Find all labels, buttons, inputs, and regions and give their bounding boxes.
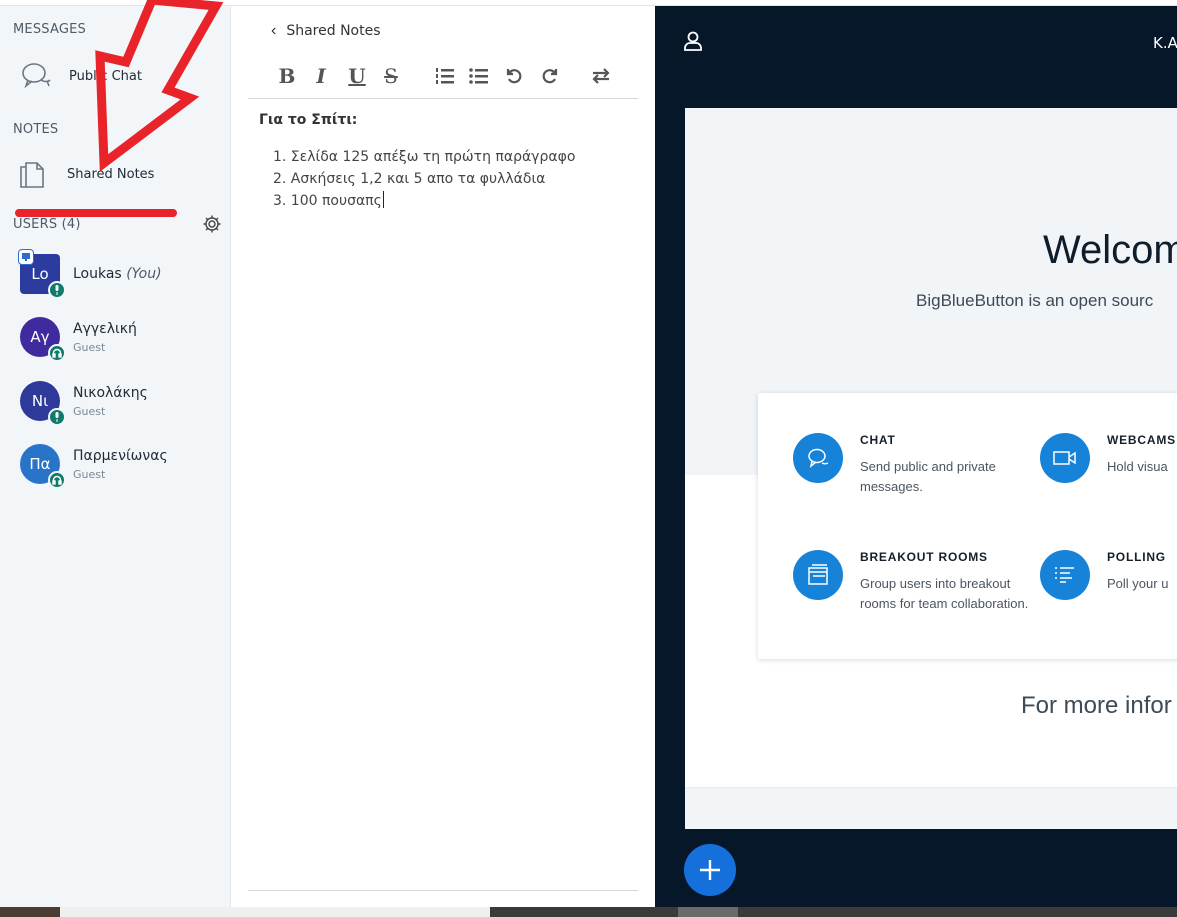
document-icon <box>8 157 56 191</box>
feature-description: Hold visua <box>1107 459 1168 474</box>
strikethrough-button[interactable]: S <box>379 62 403 90</box>
list-item: 3. 100 πουσαπς <box>273 190 629 212</box>
redo-icon[interactable] <box>537 62 561 90</box>
features-card: CHAT Send public and private messages. W… <box>758 393 1177 659</box>
actions-plus-button[interactable] <box>684 844 736 896</box>
user-name: Παρμενίωνας <box>73 448 168 464</box>
feature-title: WEBCAMS <box>1107 433 1176 447</box>
notes-section-title: NOTES <box>13 122 59 137</box>
list-item-text: 3. 100 πουσαπς <box>273 193 382 209</box>
public-chat-item[interactable]: Public Chat <box>0 52 231 100</box>
feature-title: POLLING <box>1107 550 1166 564</box>
meeting-title: K.A <box>1153 34 1177 52</box>
public-chat-label: Public Chat <box>69 68 142 84</box>
list-item: 2. Ασκήσεις 1,2 και 5 απο τα φυλλάδια <box>273 171 546 187</box>
polling-icon <box>1040 550 1090 600</box>
welcome-heading: Welcom <box>1043 228 1177 272</box>
chat-bubble-icon <box>12 60 60 92</box>
slide-footer-band <box>685 787 1177 829</box>
messages-section-title: MESSAGES <box>13 22 86 37</box>
presenter-icon <box>18 249 34 265</box>
notes-editor[interactable]: Για το Σπίτι: 1. Σελίδα 125 απέξω τη πρώ… <box>259 112 629 212</box>
toolbar-divider <box>248 98 638 99</box>
panel-title: Shared Notes <box>286 23 381 39</box>
presentation-slide: Welcom BigBlueButton is an open sourc CH… <box>685 108 1177 829</box>
notes-heading: Για το Σπίτι: <box>259 112 358 128</box>
undo-icon[interactable] <box>503 62 527 90</box>
user-row[interactable]: Πα Παρμενίωνας Guest <box>0 444 231 504</box>
underline-button[interactable]: U <box>345 62 369 90</box>
list-item: 1. Σελίδα 125 απέξω τη πρώτη παράγραφο <box>273 149 576 165</box>
taskbar-segment <box>0 907 60 917</box>
bold-button[interactable]: B <box>275 62 299 90</box>
user-row[interactable]: Lo Loukas (You) <box>0 249 231 314</box>
welcome-subtitle: BigBlueButton is an open sourc <box>916 291 1154 310</box>
chat-icon <box>793 433 843 483</box>
feature-title: BREAKOUT ROOMS <box>860 550 988 564</box>
headphones-icon <box>48 471 66 489</box>
user-name: Loukas (You) <box>73 266 162 282</box>
user-row[interactable]: Νι Νικολάκης Guest <box>0 381 231 441</box>
taskbar-segment <box>678 907 738 917</box>
editor-toolbar: B I U S <box>275 62 615 92</box>
users-settings-gear-icon[interactable] <box>202 214 222 234</box>
you-indicator: (You) <box>126 266 162 282</box>
headphones-icon <box>48 344 66 362</box>
text-caret <box>382 191 384 208</box>
avatar-initials: Αγ <box>30 328 50 346</box>
shared-notes-label: Shared Notes <box>67 166 155 182</box>
shared-notes-item[interactable]: Shared Notes <box>0 150 231 198</box>
feature-description: Poll your u <box>1107 576 1169 591</box>
app-window: MESSAGES Public Chat NOTES Shared Notes … <box>0 0 1177 917</box>
avatar-initials: Lo <box>31 265 49 283</box>
user-role: Guest <box>73 405 106 418</box>
user-role: Guest <box>73 341 106 354</box>
os-taskbar <box>0 907 1177 917</box>
breakout-rooms-icon <box>793 550 843 600</box>
ordered-list-icon[interactable] <box>433 62 457 90</box>
chevron-left-icon: ‹ <box>271 22 277 39</box>
feature-title: CHAT <box>860 433 896 447</box>
more-info-text: For more infor <box>1021 692 1172 719</box>
user-name: Αγγελική <box>73 321 137 337</box>
feature-description: Send public and private messages. <box>860 459 996 494</box>
avatar-initials: Πα <box>29 455 51 473</box>
italic-button[interactable]: I <box>309 62 333 90</box>
avatar-initials: Νι <box>31 392 49 410</box>
taskbar-segment <box>60 907 490 917</box>
users-section-title: USERS (4) <box>13 217 81 232</box>
user-list-sidebar: MESSAGES Public Chat NOTES Shared Notes … <box>0 6 231 907</box>
back-to-shared-notes-button[interactable]: ‹ Shared Notes <box>271 22 381 40</box>
plus-icon <box>700 860 720 880</box>
user-role: Guest <box>73 468 106 481</box>
bullet-list-icon[interactable] <box>467 62 491 90</box>
user-name-text: Loukas <box>73 266 122 282</box>
webcam-icon <box>1040 433 1090 483</box>
notes-list: 1. Σελίδα 125 απέξω τη πρώτη παράγραφο 2… <box>259 146 629 212</box>
swap-arrows-icon[interactable] <box>589 62 613 90</box>
shared-notes-panel: ‹ Shared Notes B I U S Για το Σπίτι: 1. … <box>231 6 655 907</box>
microphone-icon <box>48 408 66 426</box>
user-row[interactable]: Αγ Αγγελική Guest <box>0 317 231 377</box>
feature-description: Group users into breakout rooms for team… <box>860 576 1029 611</box>
annotation-underline <box>15 209 177 217</box>
microphone-icon <box>48 281 66 299</box>
editor-bottom-divider <box>248 890 638 891</box>
user-profile-icon[interactable] <box>682 30 704 52</box>
user-name: Νικολάκης <box>73 385 148 401</box>
presentation-stage: K.A Welcom BigBlueButton is an open sour… <box>655 6 1177 907</box>
